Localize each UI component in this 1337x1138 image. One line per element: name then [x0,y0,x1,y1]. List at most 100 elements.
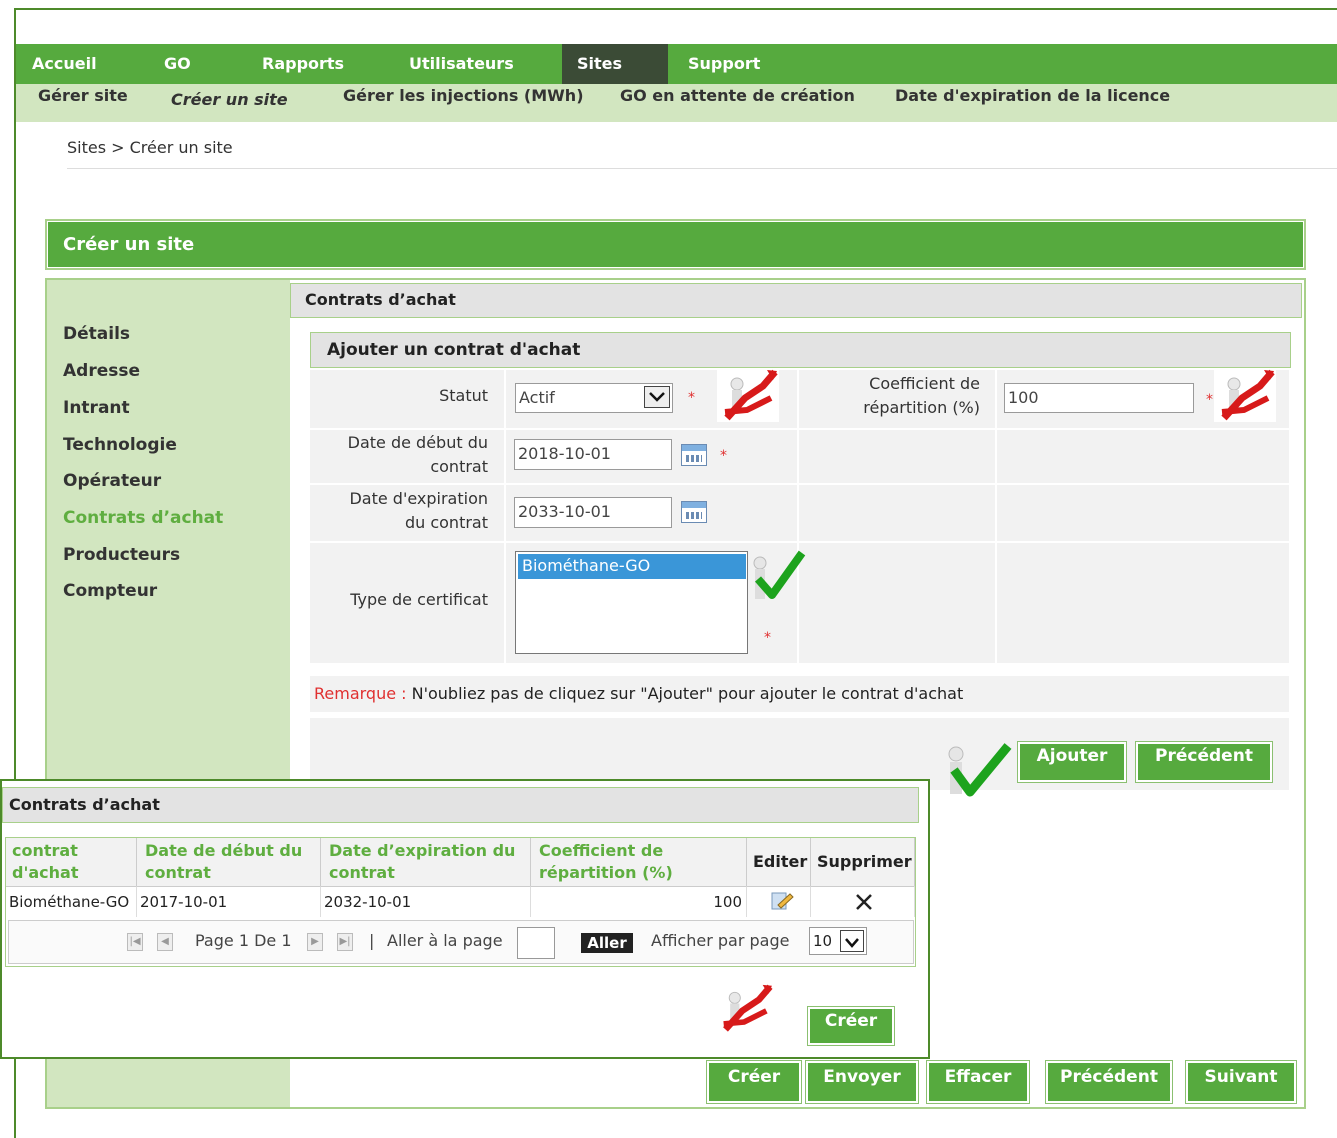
cert-type-option[interactable]: Biométhane-GO [518,554,746,579]
pager-separator: | [369,931,375,950]
overlay-title: Contrats d’achat [2,787,919,823]
goto-page-label: Aller à la page [387,931,503,950]
end-date-label-line1: Date d'expiration [349,489,488,508]
red-arrow-figure-icon [716,983,774,1035]
nav-go[interactable]: GO [164,44,191,84]
breadcrumb: Sites > Créer un site [67,138,233,157]
form-cell [799,430,995,483]
form-cell [799,543,995,663]
subnav-gerer-injections[interactable]: Gérer les injections (MWh) [343,84,584,118]
contracts-list-overlay: Contrats d’achat contrat d'achat Date de… [0,779,930,1059]
table-cell-type: Biométhane-GO [6,886,137,917]
precedent-bottom-button[interactable]: Précédent [1046,1061,1172,1103]
table-cell-start: 2017-10-01 [137,886,321,917]
remark-row: Remarque : N'oubliez pas de cliquez sur … [310,676,1289,712]
contracts-table: contrat d'achat Date de début du contrat… [5,837,916,967]
red-arrow-figure-icon [1214,368,1276,422]
page-indicator: Page 1 De 1 [195,931,292,950]
per-page-select[interactable]: 10 [809,927,867,955]
coef-input[interactable]: 100 [1004,383,1194,413]
calendar-icon[interactable] [681,501,707,523]
coef-label-line1: Coefficient de [869,374,980,393]
coef-label-line2: répartition (%) [863,398,980,417]
green-check-figure-icon [750,549,806,603]
column-header-end[interactable]: Date d’expiration du contrat [321,838,531,886]
section-title: Contrats d’achat [290,283,1302,318]
remark-label: Remarque : [314,684,407,703]
chevron-down-icon [840,930,864,952]
cert-type-label: Type de certificat [350,590,488,609]
column-header-coef[interactable]: Coefficient de répartition (%) [531,838,747,886]
per-page-label: Afficher par page [651,931,790,950]
precedent-button[interactable]: Précédent [1136,742,1272,782]
sidebar-item-adresse[interactable]: Adresse [63,361,140,381]
form-cell [997,485,1289,541]
nav-accueil[interactable]: Accueil [32,44,97,84]
ajouter-button[interactable]: Ajouter [1018,742,1126,782]
statut-value: Actif [519,388,555,407]
sidebar-item-details[interactable]: Détails [63,324,130,344]
required-mark: * [688,390,695,406]
sidebar-item-contrats[interactable]: Contrats d’achat [63,508,223,528]
end-date-label-line2: du contrat [404,513,488,532]
form-title: Ajouter un contrat d'achat [310,332,1291,368]
column-header-type[interactable]: contrat d'achat [6,838,137,886]
sub-nav: Gérer site Créer un site Gérer les injec… [16,84,1337,122]
form-cell [997,430,1289,483]
column-header-supprimer: Supprimer [811,838,915,886]
effacer-button[interactable]: Effacer [927,1061,1029,1103]
remark-text: N'oubliez pas de cliquez sur "Ajouter" p… [406,684,964,703]
pager: |◀ ◀ Page 1 De 1 ▶ ▶| | Aller à la page … [8,920,914,964]
next-page-icon[interactable]: ▶ [307,933,323,951]
green-check-figure-icon [944,740,1014,798]
red-arrow-figure-icon [717,368,779,422]
goto-page-input[interactable] [517,927,555,959]
sidebar-item-producteurs[interactable]: Producteurs [63,545,180,565]
nav-utilisateurs[interactable]: Utilisateurs [409,44,514,84]
start-date-input[interactable]: 2018-10-01 [514,439,672,470]
sidebar-item-compteur[interactable]: Compteur [63,581,157,601]
table-cell-edit [747,886,811,917]
first-page-icon[interactable]: |◀ [127,933,143,951]
required-mark: * [1206,392,1213,408]
overlay-creer-button[interactable]: Créer [808,1007,894,1045]
subnav-creer-site[interactable]: Créer un site [171,88,288,122]
sidebar-item-intrant[interactable]: Intrant [63,398,130,418]
calendar-icon[interactable] [681,444,707,466]
table-cell-coef: 100 [531,886,747,917]
panel-title: Créer un site [45,219,1306,270]
statut-label: Statut [439,386,488,405]
suivant-button[interactable]: Suivant [1186,1061,1296,1103]
creer-button[interactable]: Créer [707,1061,801,1103]
table-cell-delete [811,886,915,917]
nav-sites[interactable]: Sites [562,44,668,84]
delete-x-icon[interactable] [854,892,874,912]
nav-rapports[interactable]: Rapports [262,44,344,84]
per-page-value: 10 [813,932,833,950]
required-mark: * [764,630,771,646]
form-cell [997,543,1289,663]
end-date-input[interactable]: 2033-10-01 [514,497,672,528]
required-mark: * [720,448,727,464]
top-nav: Accueil GO Rapports Utilisateurs Sites S… [16,44,1337,84]
last-page-icon[interactable]: ▶| [337,933,353,951]
cert-type-listbox[interactable]: Biométhane-GO [515,551,748,654]
breadcrumb-divider [67,168,1337,169]
subnav-gerer-site[interactable]: Gérer site [38,84,128,118]
start-date-label-line1: Date de début du [347,433,488,452]
sidebar-item-operateur[interactable]: Opérateur [63,471,161,491]
column-header-editer: Editer [747,838,811,886]
sidebar-item-technologie[interactable]: Technologie [63,435,177,455]
form-cell [799,485,995,541]
go-button[interactable]: Aller [581,933,633,953]
subnav-date-expiration[interactable]: Date d'expiration de la licence [895,84,1170,118]
envoyer-button[interactable]: Envoyer [806,1061,918,1103]
edit-icon[interactable] [770,891,794,911]
table-cell-end: 2032-10-01 [321,886,531,917]
column-header-start[interactable]: Date de début du contrat [137,838,321,886]
nav-support[interactable]: Support [688,44,760,84]
prev-page-icon[interactable]: ◀ [157,933,173,951]
subnav-go-attente[interactable]: GO en attente de création [620,84,855,118]
start-date-label-line2: contrat [430,457,488,476]
chevron-down-icon[interactable] [644,386,670,408]
